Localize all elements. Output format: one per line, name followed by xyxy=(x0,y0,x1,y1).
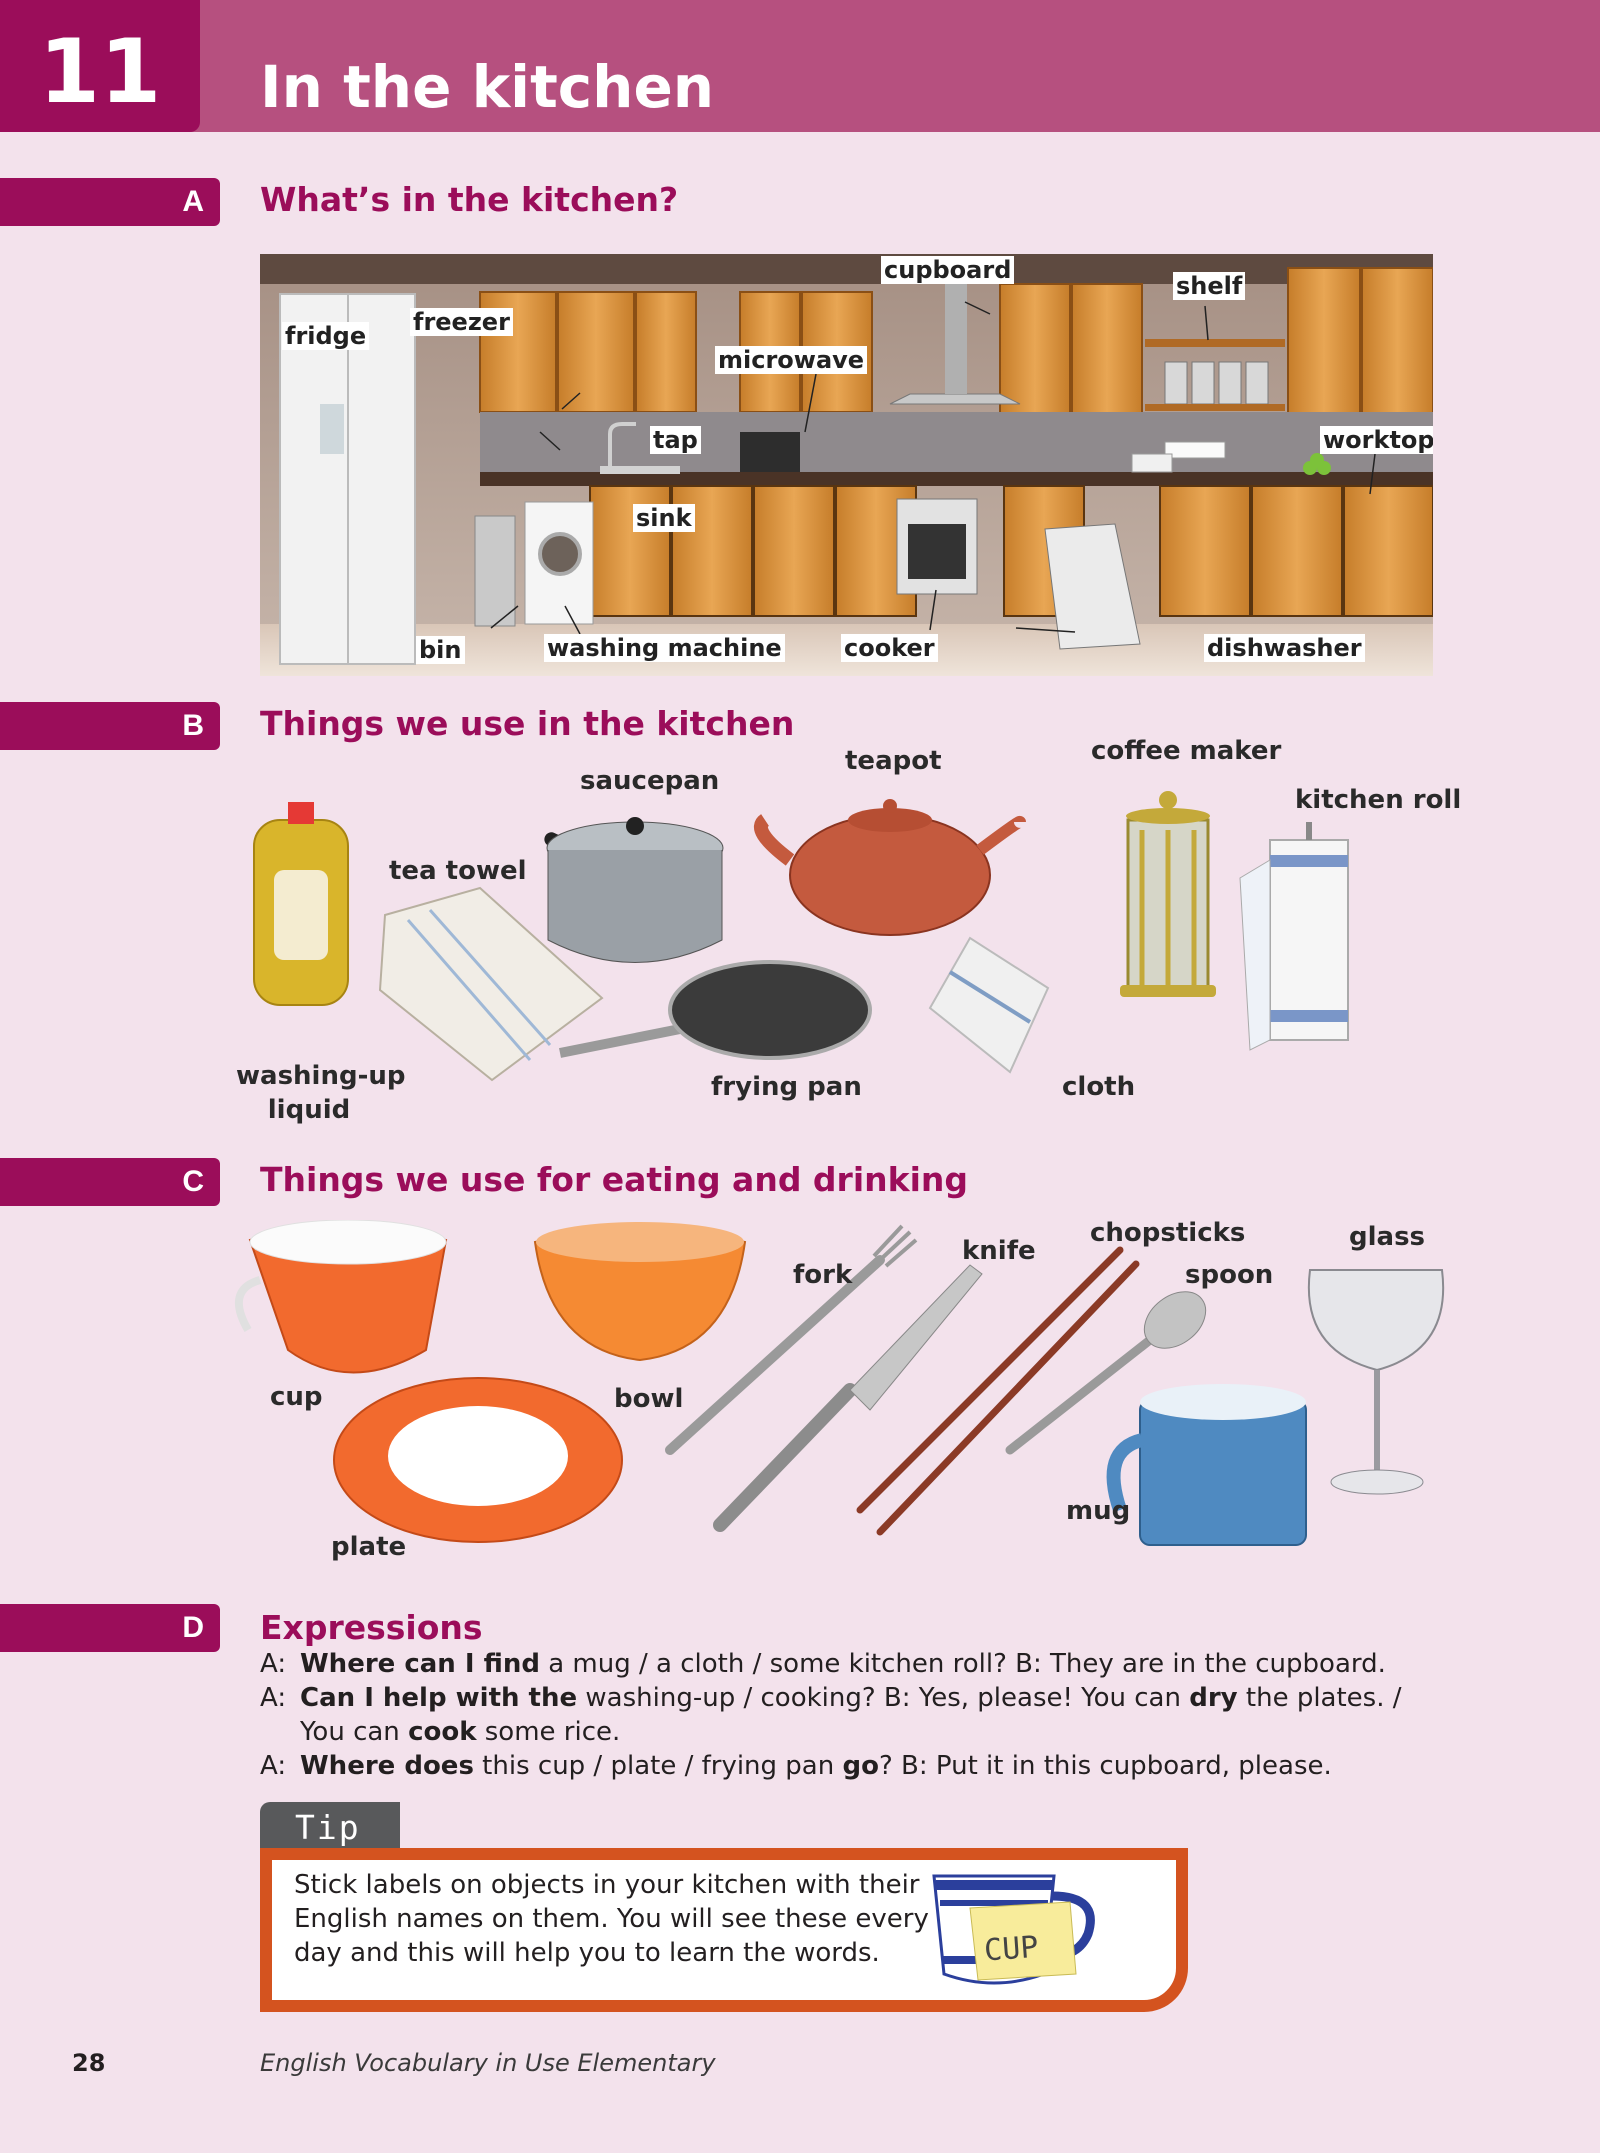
unit-header-band xyxy=(0,0,1600,132)
expression-line-1: A: Where can I find a mug / a cloth / som… xyxy=(260,1647,1560,1681)
expr-bold: dry xyxy=(1189,1683,1238,1713)
page-number: 28 xyxy=(72,2049,106,2077)
section-a-tab: A xyxy=(0,178,220,226)
label-washing-machine: washing machine xyxy=(544,634,785,662)
tip-text: Stick labels on objects in your kitchen … xyxy=(294,1868,934,1970)
tip-line-3: day and this will help you to learn the … xyxy=(294,1938,880,1968)
label-sink: sink xyxy=(633,504,695,532)
expression-line-4: A: Where does this cup / plate / frying p… xyxy=(260,1749,1560,1783)
section-a-title: What’s in the kitchen? xyxy=(260,180,679,219)
label-fork: fork xyxy=(793,1260,853,1290)
kitchen-things-illustration xyxy=(253,791,1349,1082)
label-bin: bin xyxy=(416,636,465,664)
label-spoon: spoon xyxy=(1185,1260,1274,1290)
label-tea-towel: tea towel xyxy=(389,856,527,886)
section-a-letter: A xyxy=(182,185,204,218)
tip-heading: Tip xyxy=(295,1808,361,1847)
expr-text: the plates. / xyxy=(1237,1683,1402,1713)
tip-line-2: English names on them. You will see thes… xyxy=(294,1904,929,1934)
book-title: English Vocabulary in Use Elementary xyxy=(260,2049,716,2077)
expr-text: You can xyxy=(300,1717,409,1747)
section-b-letter: B xyxy=(182,709,204,742)
label-bowl: bowl xyxy=(614,1384,684,1414)
label-fridge: fridge xyxy=(282,322,370,350)
section-d-tab: D xyxy=(0,1604,220,1652)
expression-line-3: You can cook some rice. xyxy=(300,1715,1560,1749)
expr-bold: go xyxy=(842,1751,879,1781)
label-shelf: shelf xyxy=(1173,272,1246,300)
washing-up-liquid-bottle xyxy=(253,802,349,1006)
expr-bold: Where can I find xyxy=(300,1649,540,1679)
expr-text: washing-up / cooking? B: Yes, please! Yo… xyxy=(577,1683,1190,1713)
section-c-letter: C xyxy=(182,1165,204,1198)
expr-text: some rice. xyxy=(476,1717,621,1747)
speaker-a: A: xyxy=(260,1683,287,1713)
label-cloth: cloth xyxy=(1062,1072,1136,1102)
label-microwave: microwave xyxy=(715,346,868,374)
label-washing-up-liquid: washing-up liquid xyxy=(236,1059,406,1127)
labelled-cup-image: CUP xyxy=(932,1874,1095,1985)
label-coffee-maker: coffee maker xyxy=(1091,736,1282,766)
section-d-title: Expressions xyxy=(260,1608,483,1647)
tip-tab: Tip xyxy=(260,1802,400,1850)
expression-line-2: A: Can I help with the washing-up / cooki… xyxy=(260,1681,1560,1715)
label-mug: mug xyxy=(1066,1496,1131,1526)
sticker-text: CUP xyxy=(983,1930,1039,1969)
label-cupboard: cupboard xyxy=(881,256,1015,284)
label-saucepan: saucepan xyxy=(580,766,720,796)
label-cup: cup xyxy=(270,1382,323,1412)
speaker-a: A: xyxy=(260,1649,287,1679)
label-frying-pan: frying pan xyxy=(711,1072,862,1102)
expr-bold: Can I help with the xyxy=(300,1683,578,1713)
unit-number: 11 xyxy=(38,20,162,123)
expr-bold: Where does xyxy=(300,1751,474,1781)
section-d-letter: D xyxy=(182,1611,204,1644)
section-b-title: Things we use in the kitchen xyxy=(260,704,795,743)
label-kitchen-roll: kitchen roll xyxy=(1295,785,1462,815)
section-c-title: Things we use for eating and drinking xyxy=(260,1160,969,1199)
section-c-tab: C xyxy=(0,1158,220,1206)
expr-text: a mug / a cloth / some kitchen roll? B: … xyxy=(539,1649,1386,1679)
expr-bold: cook xyxy=(408,1717,477,1747)
label-worktop: worktop xyxy=(1320,426,1433,454)
label-chopsticks: chopsticks xyxy=(1090,1218,1246,1248)
label-cooker: cooker xyxy=(841,634,938,662)
tip-line-1: Stick labels on objects in your kitchen … xyxy=(294,1870,920,1900)
expr-text: ? B: Put it in this cupboard, please. xyxy=(878,1751,1332,1781)
kitchen-illustration: fridge freezer cupboard shelf microwave … xyxy=(260,254,1433,676)
label-dishwasher: dishwasher xyxy=(1204,634,1365,662)
speaker-a: A: xyxy=(260,1751,287,1781)
unit-title: In the kitchen xyxy=(260,53,715,121)
expr-text: this cup / plate / frying pan xyxy=(473,1751,843,1781)
label-washing-up-line1: washing-up xyxy=(236,1061,406,1091)
label-knife: knife xyxy=(962,1236,1036,1266)
label-teapot: teapot xyxy=(845,746,942,776)
label-plate: plate xyxy=(331,1532,407,1562)
section-b-tab: B xyxy=(0,702,220,750)
label-washing-up-line2: liquid xyxy=(267,1095,351,1125)
label-glass: glass xyxy=(1349,1222,1426,1252)
label-freezer: freezer xyxy=(410,308,513,336)
label-tap: tap xyxy=(650,426,701,454)
